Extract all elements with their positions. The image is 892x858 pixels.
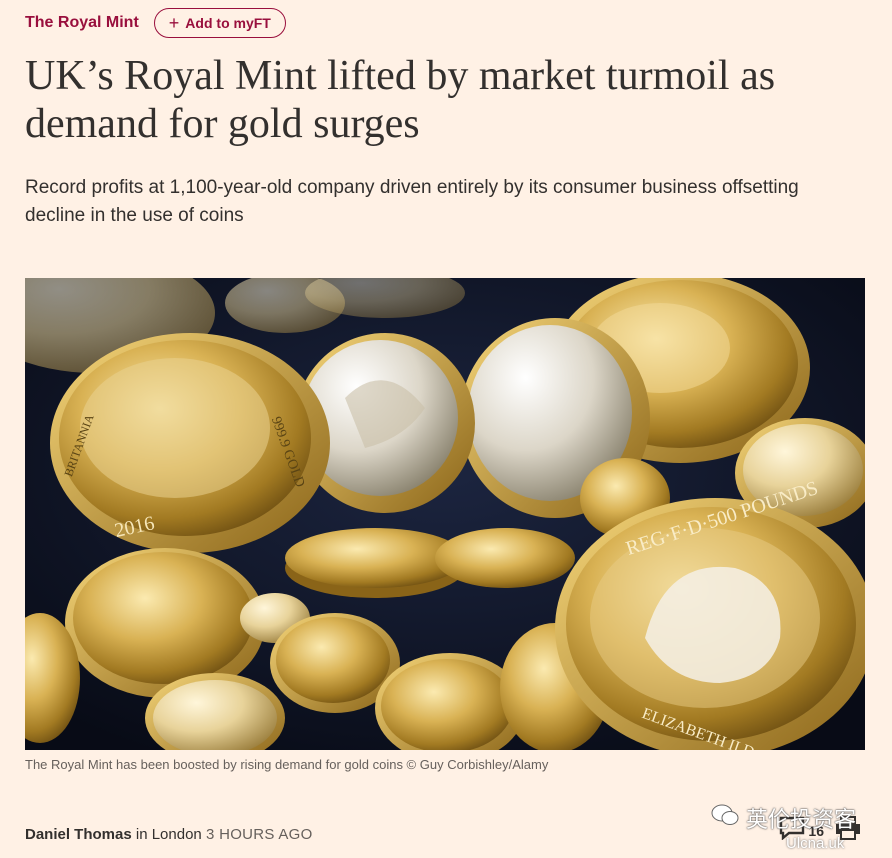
gold-coins-photo: 2016 999.9 GOLD BRITANNIA REG·F·D·500 PO… (25, 278, 865, 750)
print-icon (834, 816, 862, 845)
add-to-myft-label: Add to myFT (185, 15, 271, 31)
article-standfirst: Record profits at 1,100-year-old company… (25, 177, 799, 226)
byline-timestamp: 3 HOURS AGO (205, 826, 313, 843)
author-link[interactable]: Daniel Thomas (25, 826, 132, 843)
image-caption: The Royal Mint has been boosted by risin… (25, 757, 549, 772)
add-to-myft-button[interactable]: + Add to myFT (153, 8, 286, 38)
wechat-icon (710, 803, 740, 833)
comments-count: 16 (808, 822, 824, 839)
print-button[interactable] (834, 816, 862, 845)
topic-row: The Royal Mint + Add to myFT (25, 6, 286, 40)
byline-location: in London (135, 826, 202, 843)
comments-button[interactable]: 16 (779, 816, 824, 845)
article-tools: 16 (779, 816, 862, 845)
comment-icon (779, 816, 805, 845)
article-headline: UK’s Royal Mint lifted by market turmoil… (25, 53, 776, 147)
plus-icon: + (168, 13, 180, 33)
byline: Daniel Thomas in London 3 HOURS AGO (25, 826, 313, 843)
article-image: 2016 999.9 GOLD BRITANNIA REG·F·D·500 PO… (25, 278, 865, 750)
topic-link[interactable]: The Royal Mint (25, 14, 139, 32)
